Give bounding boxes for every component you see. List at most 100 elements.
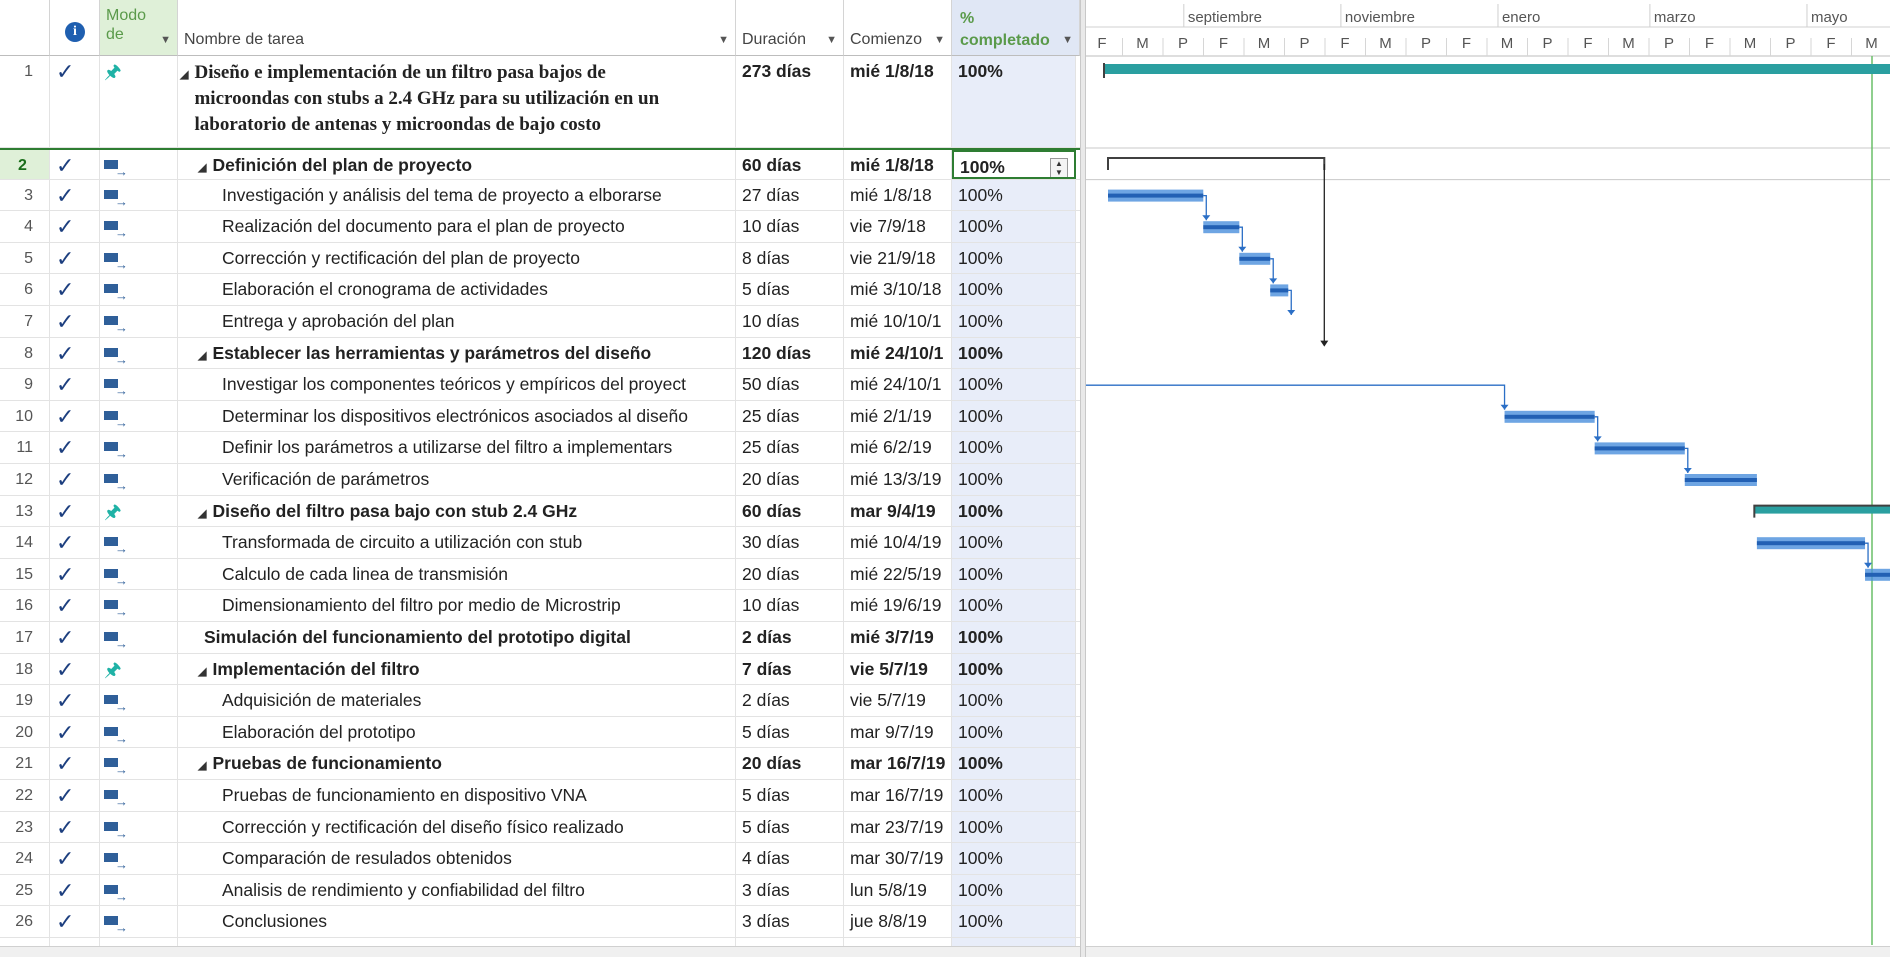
- row-number[interactable]: 8: [0, 337, 50, 369]
- row-number[interactable]: 22: [0, 780, 50, 811]
- duration-cell[interactable]: 27 días: [736, 179, 844, 211]
- task-name-cell[interactable]: Investigación y análisis del tema de pro…: [178, 179, 736, 211]
- header-info[interactable]: i: [50, 0, 100, 56]
- start-date-cell[interactable]: jue 8/8/19: [844, 906, 952, 937]
- row-number[interactable]: 10: [0, 400, 50, 432]
- percent-spinner[interactable]: ▲ ▼: [1050, 158, 1068, 177]
- duration-cell[interactable]: 3 días: [736, 906, 844, 937]
- duration-cell[interactable]: 20 días: [736, 464, 844, 495]
- table-row[interactable]: 18 ✓ 🖈 ◢ Implementación del filtro 7 días vie …: [0, 653, 1080, 686]
- task-name-cell[interactable]: Determinar los dispositivos electrónicos…: [178, 400, 736, 432]
- start-date-cell[interactable]: mié 6/2/19: [844, 432, 952, 463]
- start-date-cell[interactable]: mié 1/8/18: [844, 56, 952, 147]
- percent-complete-cell[interactable]: 100%: [952, 369, 1076, 400]
- task-mode-cell[interactable]: [100, 622, 178, 653]
- task-name-cell[interactable]: Realización del documento para el plan d…: [178, 211, 736, 242]
- row-number[interactable]: 19: [0, 685, 50, 716]
- table-row[interactable]: 25✓ Analisis de rendimiento y confiabilid…: [0, 874, 1080, 907]
- task-mode-cell[interactable]: [100, 811, 178, 843]
- task-name-cell[interactable]: Conclusiones: [178, 906, 736, 937]
- task-name-cell[interactable]: ◢ Diseño e implementación de un filtro pa…: [178, 56, 736, 147]
- collapse-triangle-icon[interactable]: ◢: [198, 508, 206, 520]
- task-mode-cell[interactable]: [100, 211, 178, 242]
- task-mode-cell[interactable]: [100, 748, 178, 779]
- percent-complete-cell[interactable]: 100% ▲ ▼: [952, 150, 1076, 179]
- duration-cell[interactable]: 10 días: [736, 211, 844, 242]
- start-date-cell[interactable]: mar 9/4/19: [844, 495, 952, 527]
- start-date-cell[interactable]: mié 1/8/18: [844, 150, 952, 179]
- row-number[interactable]: 1: [0, 56, 50, 147]
- start-date-cell[interactable]: vie 5/7/19: [844, 653, 952, 685]
- percent-complete-cell[interactable]: 100%: [952, 622, 1076, 653]
- table-row[interactable]: 5✓ Corrección y rectificación del plan de…: [0, 242, 1080, 275]
- table-row[interactable]: 2✓ ◢ Definición del plan de proyecto 60 día…: [0, 148, 1080, 180]
- table-row[interactable]: 26✓ Conclusiones 3 díasjue 8/8/19 100%: [0, 906, 1080, 938]
- table-row[interactable]: 7✓ Entrega y aprobación del plan 10 díasmi…: [0, 306, 1080, 338]
- task-mode-cell[interactable]: [100, 843, 178, 874]
- header-duration[interactable]: Duración ▼: [736, 0, 844, 56]
- header-start[interactable]: Comienzo ▼: [844, 0, 952, 56]
- start-date-cell[interactable]: mié 1/8/18: [844, 179, 952, 211]
- duration-cell[interactable]: 2 días: [736, 622, 844, 653]
- dropdown-arrow-icon[interactable]: ▼: [718, 34, 729, 46]
- percent-complete-cell[interactable]: 100%: [952, 906, 1076, 937]
- duration-cell[interactable]: 5 días: [736, 716, 844, 748]
- percent-complete-cell[interactable]: 100%: [952, 874, 1076, 906]
- summary-bracket[interactable]: [1107, 157, 1326, 170]
- collapse-triangle-icon[interactable]: ◢: [198, 350, 206, 362]
- table-row[interactable]: 8✓ ◢ Establecer las herramientas y parámet…: [0, 337, 1080, 370]
- duration-cell[interactable]: 120 días: [736, 337, 844, 369]
- task-name-cell[interactable]: ◢ Definición del plan de proyecto: [178, 150, 736, 179]
- row-number[interactable]: 13: [0, 495, 50, 527]
- start-date-cell[interactable]: vie 5/7/19: [844, 685, 952, 716]
- duration-cell[interactable]: 5 días: [736, 780, 844, 811]
- task-mode-cell[interactable]: [100, 906, 178, 937]
- duration-cell[interactable]: 20 días: [736, 748, 844, 779]
- table-row[interactable]: 9✓ Investigar los componentes teóricos y …: [0, 369, 1080, 401]
- duration-cell[interactable]: 30 días: [736, 527, 844, 558]
- percent-complete-cell[interactable]: 100%: [952, 337, 1076, 369]
- percent-complete-cell[interactable]: 100%: [952, 780, 1076, 811]
- start-date-cell[interactable]: mié 10/4/19: [844, 527, 952, 558]
- task-name-cell[interactable]: ◢ Diseño del filtro pasa bajo con stub 2.…: [178, 495, 736, 527]
- percent-complete-cell[interactable]: 100%: [952, 716, 1076, 748]
- row-number[interactable]: 2: [0, 150, 50, 179]
- row-number[interactable]: 20: [0, 716, 50, 748]
- table-row[interactable]: 4✓ Realización del documento para el plan…: [0, 211, 1080, 243]
- collapse-triangle-icon[interactable]: ◢: [198, 162, 206, 174]
- duration-cell[interactable]: 25 días: [736, 432, 844, 463]
- table-row[interactable]: 24✓ Comparación de resulados obtenidos 4 d…: [0, 843, 1080, 875]
- row-number[interactable]: 24: [0, 843, 50, 874]
- start-date-cell[interactable]: vie 21/9/18: [844, 242, 952, 274]
- header-row-number[interactable]: [0, 0, 50, 56]
- duration-cell[interactable]: 60 días: [736, 495, 844, 527]
- table-row[interactable]: 12✓ Verificación de parámetros 20 díasmié …: [0, 464, 1080, 496]
- dropdown-arrow-icon[interactable]: ▼: [826, 34, 837, 46]
- task-name-cell[interactable]: Definir los parámetros a utilizarse del …: [178, 432, 736, 463]
- start-date-cell[interactable]: mar 9/7/19: [844, 716, 952, 748]
- task-mode-cell[interactable]: [100, 369, 178, 400]
- table-row[interactable]: 13 ✓ 🖈 ◢ Diseño del filtro pasa bajo con stu…: [0, 495, 1080, 528]
- task-name-cell[interactable]: Verificación de parámetros: [178, 464, 736, 495]
- task-mode-cell[interactable]: [100, 242, 178, 274]
- percent-complete-cell[interactable]: 100%: [952, 242, 1076, 274]
- task-name-cell[interactable]: Corrección y rectificación del diseño fí…: [178, 811, 736, 843]
- duration-cell[interactable]: 10 días: [736, 306, 844, 337]
- row-number[interactable]: 25: [0, 874, 50, 906]
- duration-cell[interactable]: 50 días: [736, 369, 844, 400]
- percent-complete-cell[interactable]: 100%: [952, 56, 1076, 147]
- table-row[interactable]: 6✓ Elaboración el cronograma de actividad…: [0, 274, 1080, 306]
- start-date-cell[interactable]: mié 3/10/18: [844, 274, 952, 305]
- collapse-triangle-icon[interactable]: ◢: [180, 69, 188, 81]
- percent-complete-cell[interactable]: 100%: [952, 179, 1076, 211]
- task-mode-cell[interactable]: [100, 558, 178, 590]
- table-row[interactable]: 10✓ Determinar los dispositivos electróni…: [0, 400, 1080, 433]
- row-number[interactable]: 6: [0, 274, 50, 305]
- start-date-cell[interactable]: mié 10/10/1: [844, 306, 952, 337]
- start-date-cell[interactable]: vie 7/9/18: [844, 211, 952, 242]
- task-name-cell[interactable]: Comparación de resulados obtenidos: [178, 843, 736, 874]
- task-name-cell[interactable]: Pruebas de funcionamiento en dispositivo…: [178, 780, 736, 811]
- collapse-triangle-icon[interactable]: ◢: [198, 760, 206, 772]
- task-mode-cell[interactable]: [100, 716, 178, 748]
- task-mode-cell[interactable]: [100, 337, 178, 369]
